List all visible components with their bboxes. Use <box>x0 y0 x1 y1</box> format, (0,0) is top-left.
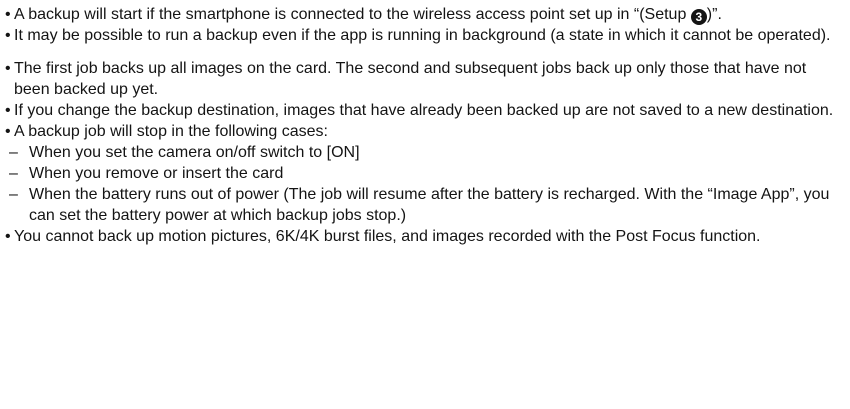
note-group: • The first job backs up all images on t… <box>5 58 846 247</box>
bullet-glyph: • <box>5 60 11 77</box>
bullet-glyph: • <box>5 27 11 44</box>
sub-item: – When the battery runs out of power (Th… <box>5 184 846 226</box>
bullet-glyph: • <box>5 6 11 23</box>
bullet-item: • If you change the backup destination, … <box>5 100 846 121</box>
sub-item: – When you remove or insert the card <box>5 163 846 184</box>
bullet-text: The first job backs up all images on the… <box>14 60 807 98</box>
sub-item-text: When you set the camera on/off switch to… <box>29 144 360 161</box>
bullet-glyph: • <box>5 228 11 245</box>
document-body: • A backup will start if the smartphone … <box>0 0 850 247</box>
bullet-item: • A backup will start if the smartphone … <box>5 4 846 25</box>
bullet-text: It may be possible to run a backup even … <box>14 27 831 44</box>
circled-number-icon: 3 <box>690 9 707 25</box>
bullet-text: A backup will start if the smartphone is… <box>14 6 691 23</box>
bullet-text: A backup job will stop in the following … <box>14 123 328 140</box>
bullet-item: • It may be possible to run a backup eve… <box>5 25 846 46</box>
dash-glyph: – <box>9 186 18 203</box>
dash-glyph: – <box>9 165 18 182</box>
note-group: • A backup will start if the smartphone … <box>5 4 846 46</box>
bullet-item: • The first job backs up all images on t… <box>5 58 846 100</box>
dash-glyph: – <box>9 144 18 161</box>
bullet-text: )”. <box>706 6 722 23</box>
bullet-glyph: • <box>5 123 11 140</box>
bullet-item: • A backup job will stop in the followin… <box>5 121 846 142</box>
bullet-glyph: • <box>5 102 11 119</box>
bullet-text: If you change the backup destination, im… <box>14 102 834 119</box>
sub-item-text: When the battery runs out of power (The … <box>29 186 830 224</box>
sub-item-text: When you remove or insert the card <box>29 165 284 182</box>
bullet-text: You cannot back up motion pictures, 6K/4… <box>14 228 761 245</box>
bullet-item: • You cannot back up motion pictures, 6K… <box>5 226 846 247</box>
sub-item: – When you set the camera on/off switch … <box>5 142 846 163</box>
